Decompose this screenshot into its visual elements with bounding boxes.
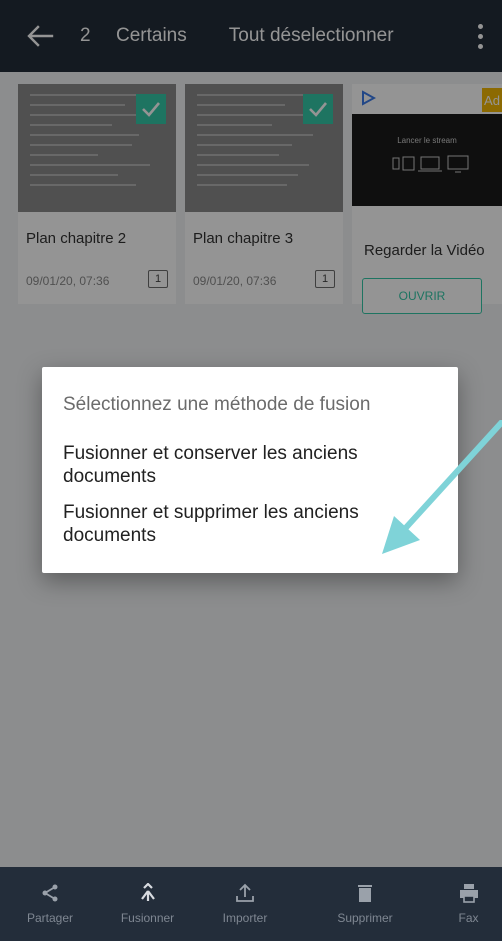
merge-button[interactable]: Fusionner	[100, 867, 195, 941]
printer-icon	[459, 884, 478, 903]
merge-delete-option[interactable]: Fusionner et supprimer les anciens docum…	[63, 501, 433, 547]
import-label: Importer	[222, 911, 268, 925]
share-button[interactable]: Partager	[0, 867, 100, 941]
trash-icon	[358, 885, 372, 902]
fax-label: Fax	[458, 911, 479, 925]
delete-button[interactable]: Supprimer	[295, 867, 435, 941]
upload-icon	[236, 883, 254, 902]
fax-button[interactable]: Fax	[435, 867, 502, 941]
import-button[interactable]: Importer	[195, 867, 295, 941]
merge-icon	[140, 883, 155, 901]
share-label: Partager	[26, 911, 74, 925]
bottom-toolbar: Partager Fusionner Importer Supprimer Fa…	[0, 867, 502, 941]
share-icon	[42, 884, 58, 902]
merge-keep-option[interactable]: Fusionner et conserver les anciens docum…	[63, 442, 433, 488]
delete-label: Supprimer	[337, 911, 393, 925]
merge-label: Fusionner	[120, 911, 175, 925]
dialog-title: Sélectionnez une méthode de fusion	[63, 394, 371, 415]
merge-method-dialog: Sélectionnez une méthode de fusion Fusio…	[42, 367, 458, 573]
